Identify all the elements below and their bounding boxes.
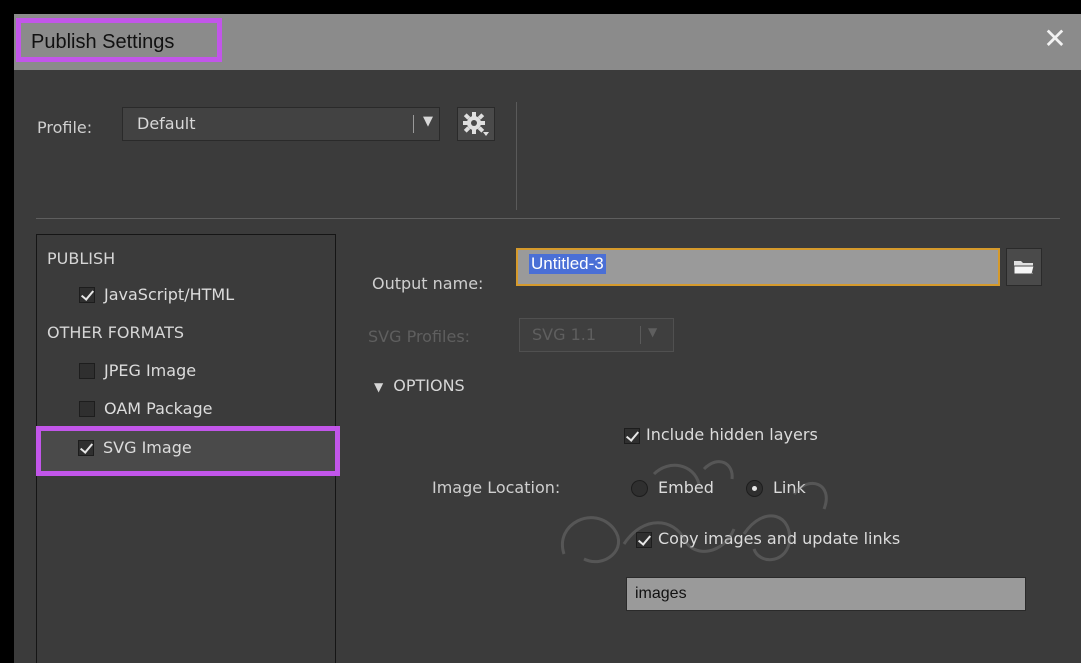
options-heading: OPTIONS <box>393 376 465 395</box>
svg-profiles-dropdown[interactable]: SVG 1.1 ▼ <box>519 318 674 352</box>
chevron-down-icon: ▼ <box>423 114 433 129</box>
publish-settings-dialog: Publish Settings ✕ Profile: Default ▼ PU… <box>14 14 1081 663</box>
header-divider-horizontal <box>36 218 1060 219</box>
jpeg-image-checkbox[interactable] <box>79 363 95 379</box>
options-section-toggle[interactable]: ▼ OPTIONS <box>374 376 465 395</box>
svg-image-checkbox[interactable] <box>78 440 94 456</box>
watermark-logo <box>560 460 828 564</box>
chevron-down-icon: ▼ <box>648 325 658 339</box>
profile-value: Default <box>137 114 196 133</box>
profile-options-button[interactable] <box>457 107 495 141</box>
list-item-label: JPEG Image <box>104 361 197 380</box>
close-icon[interactable]: ✕ <box>1039 23 1071 55</box>
triangle-down-icon: ▼ <box>374 380 384 394</box>
output-name-input[interactable]: Untitled-3 <box>516 248 1000 286</box>
svg-profiles-value: SVG 1.1 <box>532 325 597 344</box>
title-bar: Publish Settings ✕ <box>14 14 1081 70</box>
list-item-label: SVG Image <box>103 438 192 457</box>
svg-profiles-label: SVG Profiles: <box>368 327 471 346</box>
list-item-label: OAM Package <box>104 399 213 418</box>
dropdown-separator <box>640 326 641 344</box>
output-name-label: Output name: <box>372 274 484 293</box>
other-formats-heading: OTHER FORMATS <box>47 323 185 342</box>
dropdown-separator <box>413 115 414 133</box>
output-name-value: Untitled-3 <box>529 254 606 274</box>
list-item-label: JavaScript/HTML <box>104 285 235 304</box>
list-item-svg-image[interactable]: SVG Image <box>36 426 340 476</box>
publish-heading: PUBLISH <box>47 249 116 268</box>
folder-icon <box>1013 261 1035 275</box>
profile-dropdown[interactable]: Default ▼ <box>122 107 440 141</box>
oam-package-checkbox[interactable] <box>79 401 95 417</box>
header-divider-vertical <box>516 102 517 210</box>
browse-folder-button[interactable] <box>1006 248 1042 286</box>
images-folder-value: images <box>635 585 687 602</box>
profile-label: Profile: <box>37 118 93 137</box>
gear-icon <box>463 112 489 136</box>
window-title: Publish Settings <box>31 31 175 53</box>
javascript-html-checkbox[interactable] <box>79 287 95 303</box>
